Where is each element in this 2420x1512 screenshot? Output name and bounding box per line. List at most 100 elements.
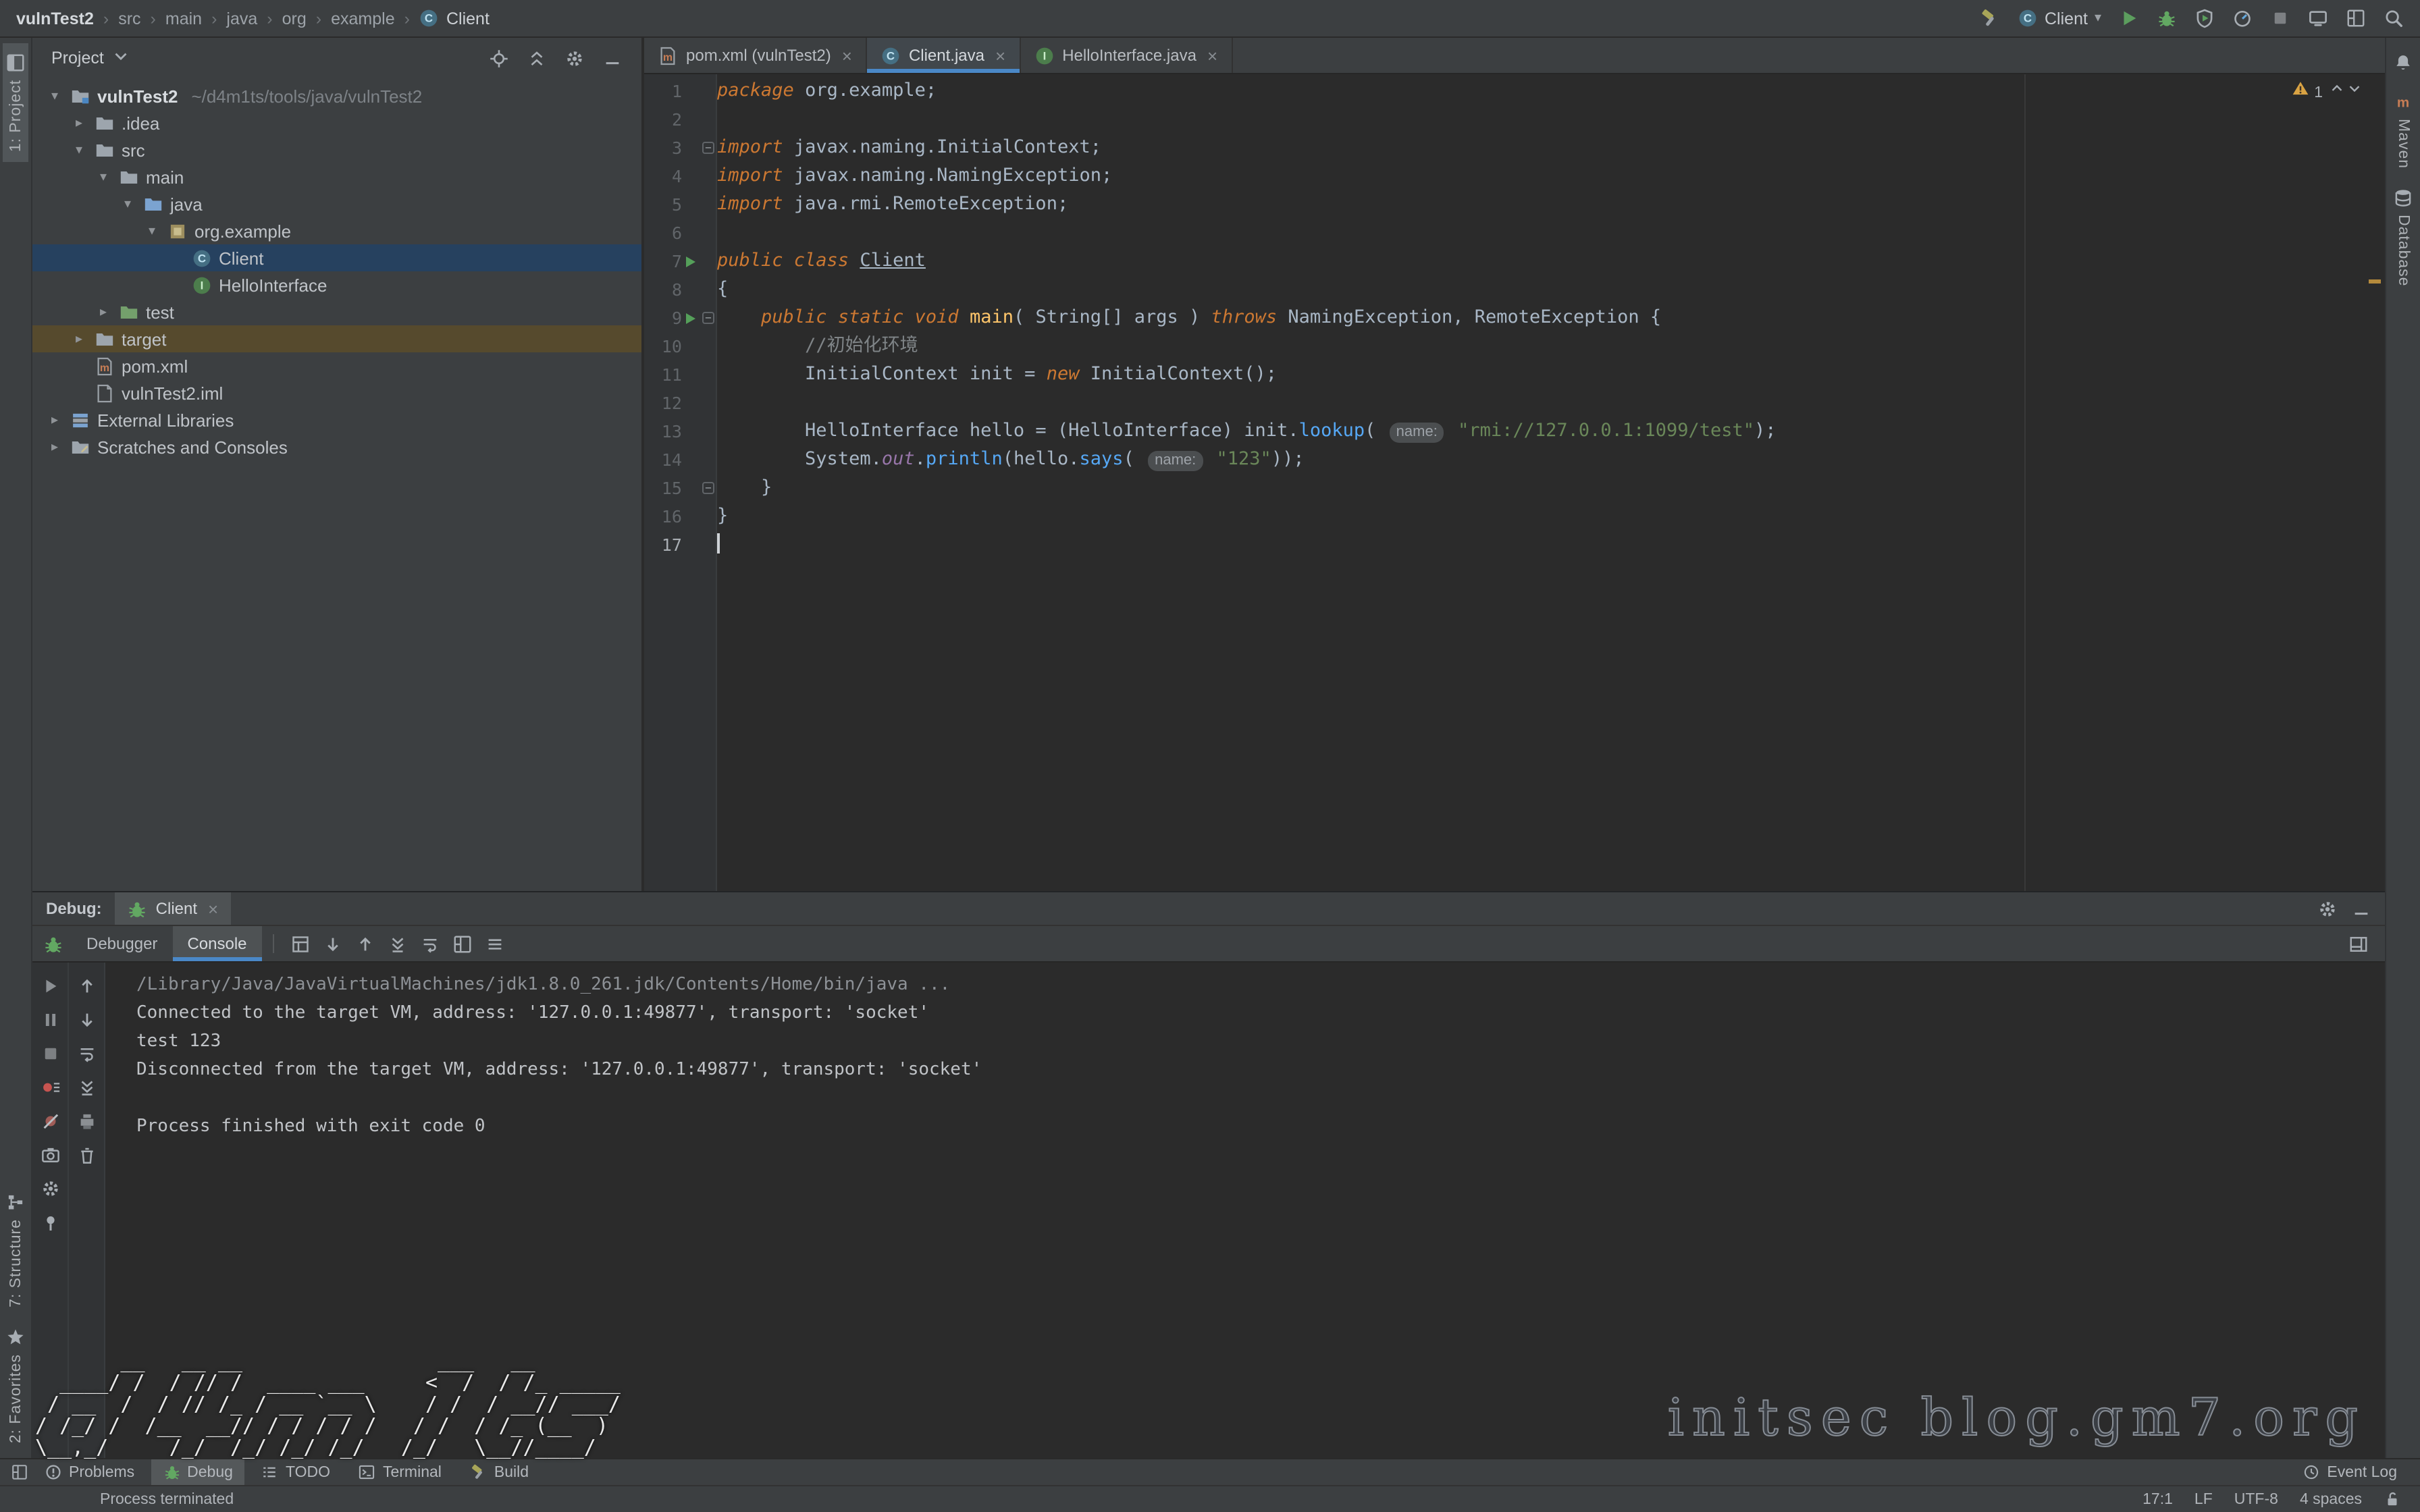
search-icon[interactable] [2384, 8, 2404, 28]
run-line-icon[interactable] [686, 256, 695, 267]
debug-session-tab[interactable]: Client× [115, 892, 231, 925]
hammer-icon[interactable] [1980, 8, 2000, 28]
stop-icon[interactable] [2270, 8, 2290, 28]
tree-item-client[interactable]: CClient [32, 244, 641, 271]
toolwindow-button-event-log[interactable]: Event Log [2290, 1459, 2409, 1485]
layout-button[interactable] [2342, 926, 2374, 961]
collapsed-arrow-icon[interactable]: ▸ [70, 115, 88, 130]
coverage-icon[interactable] [2194, 8, 2215, 28]
stop-button[interactable] [36, 1042, 63, 1065]
screencast-icon[interactable] [2308, 8, 2328, 28]
warning-stripe-mark[interactable] [2369, 279, 2381, 284]
arrow-up-button[interactable] [73, 975, 100, 998]
menu-button[interactable] [479, 926, 512, 961]
scroll-end-button[interactable] [382, 926, 415, 961]
arrow-down-button[interactable] [317, 926, 350, 961]
hide-button[interactable] [596, 38, 628, 78]
pin-button[interactable] [36, 1211, 63, 1234]
soft-wrap-button[interactable] [415, 926, 447, 961]
debug-icon[interactable] [2157, 8, 2177, 28]
view-tab-debugger[interactable]: Debugger [72, 926, 172, 961]
toolwindow-button-todo[interactable]: TODO [249, 1459, 342, 1485]
tool-windows-button[interactable] [447, 926, 479, 961]
run-config-select[interactable]: CClient▾ [2018, 8, 2101, 28]
editor-tab-hellointerface-java[interactable]: IHelloInterface.java× [1020, 38, 1232, 73]
stripe-bell[interactable] [2390, 43, 2416, 82]
stripe-maven[interactable]: mMaven [2390, 82, 2416, 178]
caret-position[interactable]: 17:1 [2142, 1491, 2173, 1507]
stripe-database[interactable]: Database [2390, 178, 2416, 296]
fold-icon[interactable]: − [702, 142, 714, 154]
chevron-down-sm-icon[interactable] [2346, 80, 2363, 97]
settings-button[interactable] [558, 38, 590, 78]
profiler-icon[interactable] [2232, 8, 2253, 28]
code-editor[interactable]: 1package org.example;23−import javax.nam… [644, 74, 2385, 891]
tree-item-main[interactable]: ▾main [32, 163, 641, 190]
scroll-end-button[interactable] [73, 1076, 100, 1099]
tree-item-java[interactable]: ▾java [32, 190, 641, 217]
chevron-up-icon[interactable] [2328, 80, 2346, 97]
mute-breakpoints-button[interactable] [36, 1110, 63, 1133]
breadcrumb-item-org[interactable]: org [282, 9, 307, 28]
tree-item-hellointerface[interactable]: IHelloInterface [32, 271, 641, 298]
collapsed-arrow-icon[interactable]: ▸ [95, 304, 112, 319]
tree-item-pom-xml[interactable]: mpom.xml [32, 352, 641, 379]
camera-button[interactable] [36, 1143, 63, 1166]
tree-item-vulntest2-iml[interactable]: vulnTest2.iml [32, 379, 641, 406]
toolwindow-button-build[interactable]: Build [458, 1459, 541, 1485]
line-separator[interactable]: LF [2194, 1491, 2213, 1507]
lock-open-icon[interactable] [2384, 1490, 2401, 1508]
breadcrumb-item-src[interactable]: src [118, 9, 140, 28]
toolwindow-button-terminal[interactable]: Terminal [346, 1459, 454, 1485]
breadcrumb-item-vulntest2[interactable]: vulnTest2 [16, 9, 94, 28]
tree-item-external-libraries[interactable]: ▸External Libraries [32, 406, 641, 433]
fold-icon[interactable]: − [702, 482, 714, 494]
fold-icon[interactable]: − [702, 312, 714, 324]
breadcrumb-item-java[interactable]: java [226, 9, 257, 28]
project-view-selector[interactable] [111, 46, 131, 70]
tree-item-src[interactable]: ▾src [32, 136, 641, 163]
resume-button[interactable] [36, 975, 63, 998]
settings-button[interactable] [36, 1177, 63, 1200]
tree-item-target[interactable]: ▸target [32, 325, 641, 352]
tool-windows-icon[interactable] [2346, 8, 2366, 28]
tree-item-scratches-and-consoles[interactable]: ▸Scratches and Consoles [32, 433, 641, 460]
file-encoding[interactable]: UTF-8 [2234, 1491, 2278, 1507]
expanded-arrow-icon[interactable]: ▾ [143, 223, 161, 238]
arrow-up-button[interactable] [350, 926, 382, 961]
clear-button[interactable] [73, 1143, 100, 1166]
view-tab-console[interactable]: Console [172, 926, 261, 961]
hide-icon[interactable] [2351, 898, 2371, 919]
inspections-widget[interactable]: 1 [2291, 80, 2363, 108]
breadcrumb-item-main[interactable]: main [165, 9, 202, 28]
collapsed-arrow-icon[interactable]: ▸ [46, 412, 63, 427]
close-icon[interactable]: × [995, 45, 1005, 65]
stripe-2-favorites[interactable]: 2: Favorites [3, 1318, 28, 1453]
tree-item-vulntest2[interactable]: ▾vulnTest2~/d4m1ts/tools/java/vulnTest2 [32, 82, 641, 109]
collapsed-arrow-icon[interactable]: ▸ [70, 331, 88, 346]
editor-tab-client-java[interactable]: CClient.java× [867, 38, 1020, 73]
restore-layout-button[interactable] [285, 926, 317, 961]
pause-button[interactable] [36, 1008, 63, 1031]
expanded-arrow-icon[interactable]: ▾ [46, 88, 63, 103]
close-icon[interactable]: × [842, 45, 852, 65]
editor-tab-pom-xml-vulntest2[interactable]: mpom.xml (vulnTest2)× [644, 38, 867, 73]
arrow-down-button[interactable] [73, 1008, 100, 1031]
expanded-arrow-icon[interactable]: ▾ [119, 196, 136, 211]
toolwindow-button-problems[interactable]: Problems [32, 1459, 147, 1485]
close-icon[interactable]: × [208, 898, 218, 919]
stripe-1-project[interactable]: 1: Project [3, 43, 28, 161]
console-output[interactable]: /Library/Java/JavaVirtualMachines/jdk1.8… [105, 963, 2385, 1458]
tree-item-org-example[interactable]: ▾org.example [32, 217, 641, 244]
collapsed-arrow-icon[interactable]: ▸ [46, 439, 63, 454]
print-button[interactable] [73, 1110, 100, 1133]
tree-item-test[interactable]: ▸test [32, 298, 641, 325]
indent-style[interactable]: 4 spaces [2300, 1491, 2362, 1507]
collapse-all-button[interactable] [520, 38, 552, 78]
settings-icon[interactable] [2317, 898, 2338, 919]
locate-button[interactable] [482, 38, 515, 78]
tool-windows-icon[interactable] [11, 1463, 28, 1481]
project-panel-title[interactable]: Project [51, 49, 104, 68]
breadcrumb-item-example[interactable]: example [331, 9, 395, 28]
toolwindow-button-debug[interactable]: Debug [151, 1459, 245, 1485]
